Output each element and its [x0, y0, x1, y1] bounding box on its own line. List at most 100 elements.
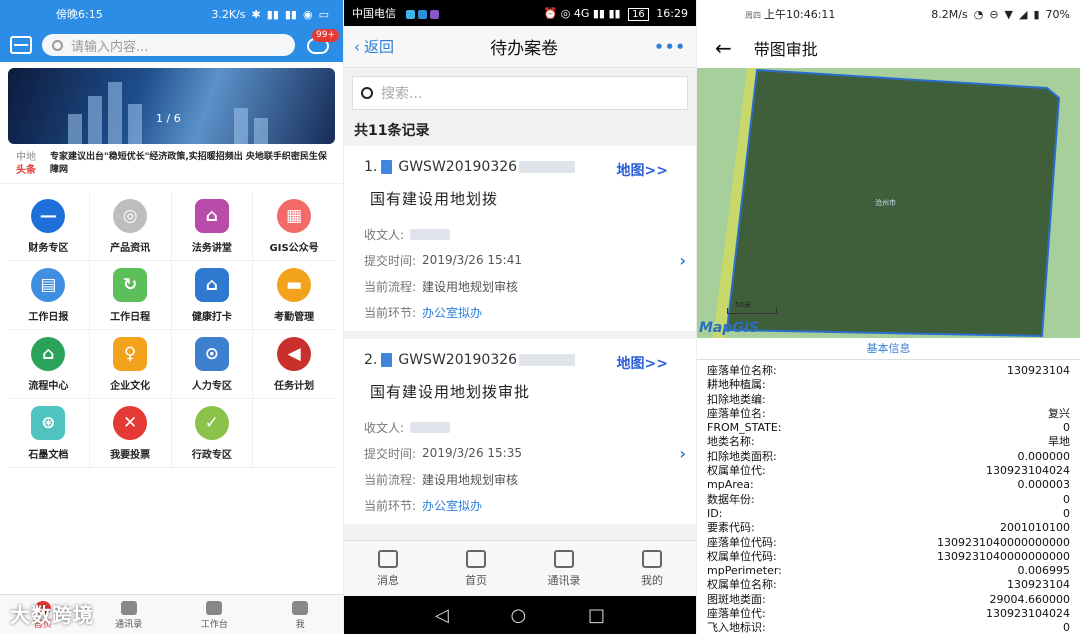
tab-mine[interactable]: 我的	[608, 541, 696, 596]
attribute-row: 权属单位代码: 1309231040000000000	[707, 550, 1070, 564]
tab-home[interactable]: 首页	[432, 541, 520, 596]
chevron-right-icon[interactable]: ›	[679, 444, 686, 463]
contacts-icon	[120, 601, 137, 615]
home-icon	[466, 549, 486, 568]
app-tile-label: 我要投票	[110, 449, 151, 461]
attribute-value: 0.006995	[1017, 564, 1071, 578]
attribute-row: 飞入地标识: 0	[707, 621, 1070, 634]
case-card[interactable]: 2. GWSW20190326 地图>> 国有建设用地划拨审批 收文人: 提交时…	[344, 339, 696, 524]
app-tile[interactable]: ⊛ 石墨文档	[8, 399, 90, 468]
attribute-value: 2001010100	[1000, 521, 1070, 535]
app-tile[interactable]: ⌂ 健康打卡	[171, 261, 254, 330]
attribute-key: 飞入地标识:	[707, 621, 766, 634]
app-tile[interactable]: ◎ 产品资讯	[89, 192, 172, 261]
attribute-value: 0	[1063, 421, 1070, 435]
tab-contacts[interactable]: 通讯录	[86, 595, 172, 634]
info-section-title[interactable]: 基本信息	[697, 338, 1080, 360]
attribute-value: 复兴	[1048, 406, 1070, 420]
home-circle-icon[interactable]: ○	[511, 605, 527, 626]
attribute-row: FROM_STATE: 0	[707, 421, 1070, 435]
app-tile[interactable]: ⌂ 法务讲堂	[171, 192, 254, 261]
minus-icon: —	[31, 198, 66, 233]
search-icon	[361, 87, 373, 99]
app-tile-label: 考勤管理	[274, 311, 315, 323]
attribute-row: 数据年份: 0	[707, 493, 1070, 507]
document-icon	[381, 353, 393, 367]
map-link[interactable]: 地图>>	[617, 353, 668, 373]
case-title: 国有建设用地划拨审批	[370, 383, 531, 401]
attribute-key: 扣除地类面积:	[707, 449, 777, 463]
attribute-row: 座落单位代码: 1309231040000000000	[707, 536, 1070, 550]
app-tile-label: GIS公众号	[269, 242, 319, 254]
app-tile[interactable]: ↻ 工作日程	[89, 261, 172, 330]
android-nav-bar: ◁ ○ □	[344, 596, 696, 634]
attribute-value: 旱地	[1048, 435, 1070, 449]
scale-bar	[727, 308, 777, 314]
tab-me[interactable]: 我	[257, 595, 343, 634]
case-card[interactable]: 1. GWSW20190326 地图>> 国有建设用地划拨 收文人: 提交时间:…	[344, 146, 696, 331]
attribute-row: ID: 0	[707, 507, 1070, 521]
back-arrow-icon[interactable]: ←	[715, 36, 732, 60]
check-icon: ✓	[194, 405, 229, 440]
redacted-text	[519, 354, 576, 366]
attribute-value: 1309231040000000000	[937, 549, 1070, 563]
tab-workbench[interactable]: 工作台	[172, 595, 258, 634]
messages-button[interactable]: 99+	[305, 29, 339, 57]
attribute-row: 扣除地类面积: 0.000000	[707, 450, 1070, 464]
battery-icon: 16	[628, 7, 649, 21]
headline-news[interactable]: 中地 头条 专家建议出台"稳短优长"经济政策,实招暖招频出 央地联手织密民生保障…	[0, 144, 343, 184]
unread-badge: 99+	[312, 29, 339, 42]
app-tile[interactable]: ▦ GIS公众号	[253, 192, 335, 261]
back-button[interactable]: ‹ 返回	[354, 36, 394, 57]
phone-pending-cases: 中国电信 ⏰ ◎ 4G ▮▮ ▮▮ 16 16:29 ‹ 返回 待办案卷 ••• …	[344, 0, 696, 634]
map-place-label: 沧州市	[875, 199, 896, 207]
app-tile[interactable]: ✓ 行政专区	[171, 399, 254, 468]
app-tile[interactable]: ♀ 企业文化	[89, 330, 172, 399]
app-tile[interactable]: ✕ 我要投票	[89, 399, 172, 468]
app-tile[interactable]: ⌂ 流程中心	[8, 330, 90, 399]
status-time: 傍晚6:15	[56, 8, 103, 21]
app-tile-label: 行政专区	[191, 449, 232, 461]
tab-messages[interactable]: 消息	[344, 541, 432, 596]
record-count: 共11条记录	[354, 123, 430, 139]
tab-contacts[interactable]: 通讯录	[520, 541, 608, 596]
map-view[interactable]: 沧州市 50米 MapGIS	[697, 68, 1080, 338]
current-flow: 建设用地规划审核	[422, 472, 519, 487]
attribute-key: 地类名称:	[707, 435, 755, 449]
attribute-value: 130923104	[1007, 578, 1070, 592]
case-title: 国有建设用地划拨	[370, 190, 499, 208]
search-input[interactable]: 搜索...	[352, 76, 688, 110]
map-link[interactable]: 地图>>	[617, 160, 668, 180]
attribute-row: 座落单位名: 复兴	[707, 407, 1070, 421]
back-triangle-icon[interactable]: ◁	[435, 605, 449, 626]
banner-carousel[interactable]: 1 / 6	[8, 68, 335, 144]
camera-icon: ◎	[113, 198, 148, 233]
page-title: 带图审批	[753, 40, 818, 59]
app-tile[interactable]: ⊙ 人力专区	[171, 330, 254, 399]
attribute-key: 座落单位代:	[707, 607, 766, 621]
app-tile-label: 财务专区	[28, 242, 69, 254]
recents-square-icon[interactable]: □	[588, 605, 605, 626]
app-tile-label: 法务讲堂	[191, 242, 232, 254]
search-placeholder: 请输入内容...	[71, 39, 149, 55]
status-carrier: 中国电信	[352, 5, 439, 21]
app-tile-label: 健康打卡	[191, 311, 232, 323]
banner-page-indicator: 1 / 6	[156, 112, 181, 125]
building-icon: ▦	[277, 198, 312, 233]
app-tile[interactable]: ◀ 任务计划	[253, 330, 335, 399]
attribute-key: FROM_STATE:	[707, 421, 782, 435]
status-time: 周四 上午10:46:11	[745, 8, 836, 21]
app-tile[interactable]: ▬ 考勤管理	[253, 261, 335, 330]
attribute-row: 耕地种植属:	[707, 378, 1070, 392]
chevron-right-icon[interactable]: ›	[679, 251, 686, 270]
search-icon	[52, 39, 63, 51]
case-index: 2.	[364, 352, 378, 368]
more-button[interactable]: •••	[654, 38, 686, 56]
home-icon: ⌂	[194, 267, 229, 302]
scan-icon[interactable]	[10, 36, 32, 54]
search-input[interactable]: 请输入内容...	[42, 34, 295, 56]
app-tile[interactable]: ▤ 工作日报	[8, 261, 90, 330]
search-person-icon: ⊙	[194, 336, 229, 371]
app-tile[interactable]: — 财务专区	[8, 192, 90, 261]
attribute-key: 座落单位名:	[707, 406, 766, 420]
